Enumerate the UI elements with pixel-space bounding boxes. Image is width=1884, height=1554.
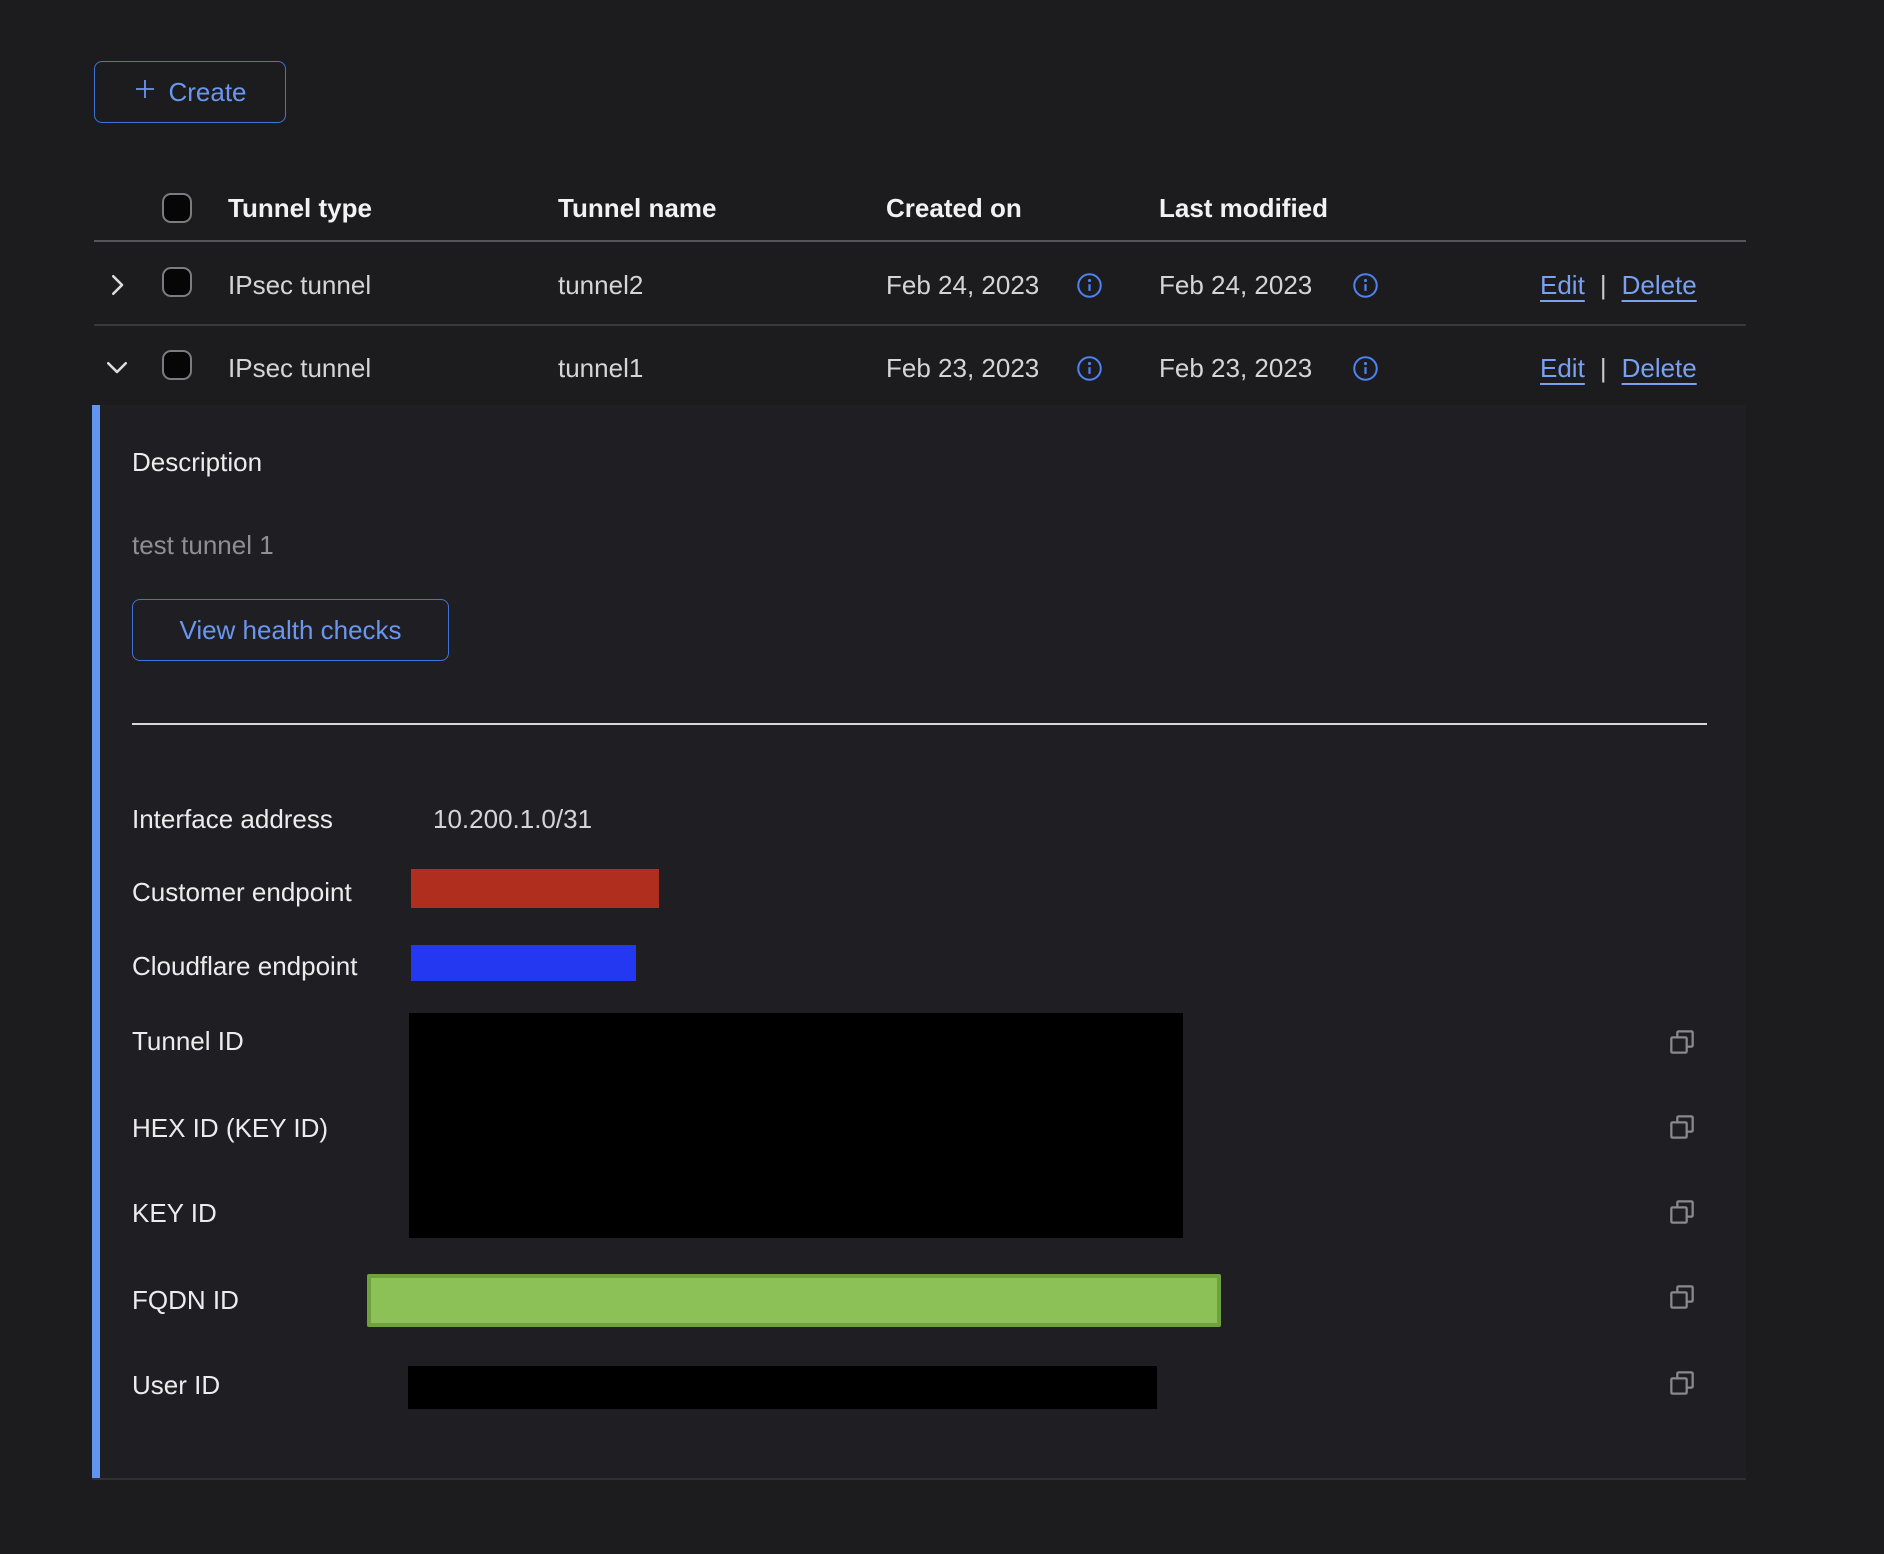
- info-icon[interactable]: [1076, 272, 1103, 299]
- description-label: Description: [132, 446, 262, 478]
- create-button-label: Create: [168, 77, 246, 108]
- cloudflare-endpoint-redaction: [411, 945, 636, 981]
- field-label-fqdn-id: FQDN ID: [132, 1284, 239, 1316]
- column-header-last-modified: Last modified: [1159, 192, 1328, 224]
- field-label-tunnel-id: Tunnel ID: [132, 1025, 244, 1057]
- action-separator: |: [1600, 352, 1607, 384]
- field-label-cloudflare-endpoint: Cloudflare endpoint: [132, 950, 358, 982]
- tunnels-page: Create Tunnel type Tunnel name Created o…: [0, 0, 1884, 1554]
- expanded-row-accent-bar: [92, 405, 100, 1478]
- copy-icon[interactable]: [1666, 1196, 1698, 1228]
- tunnel-type-cell: IPsec tunnel: [228, 352, 371, 384]
- column-header-tunnel-name: Tunnel name: [558, 192, 716, 224]
- field-label-user-id: User ID: [132, 1369, 220, 1401]
- description-value: test tunnel 1: [132, 529, 274, 561]
- ids-redaction: [409, 1013, 1183, 1238]
- delete-link[interactable]: Delete: [1622, 269, 1697, 301]
- last-modified-cell: Feb 23, 2023: [1159, 352, 1312, 384]
- copy-icon[interactable]: [1666, 1111, 1698, 1143]
- action-separator: |: [1600, 269, 1607, 301]
- tunnel-name-cell: tunnel2: [558, 269, 643, 301]
- view-health-checks-button[interactable]: View health checks: [132, 599, 449, 661]
- create-button[interactable]: Create: [94, 61, 286, 123]
- column-header-tunnel-type: Tunnel type: [228, 192, 372, 224]
- copy-icon[interactable]: [1666, 1026, 1698, 1058]
- row-checkbox[interactable]: [162, 350, 192, 380]
- field-label-key-id: KEY ID: [132, 1197, 217, 1229]
- info-icon[interactable]: [1076, 355, 1103, 382]
- copy-icon[interactable]: [1666, 1281, 1698, 1313]
- field-label-customer-endpoint: Customer endpoint: [132, 876, 352, 908]
- expand-chevron-right-icon[interactable]: [102, 270, 132, 300]
- row-divider: [94, 324, 1746, 326]
- select-all-checkbox[interactable]: [162, 193, 192, 223]
- user-id-redaction: [408, 1366, 1157, 1409]
- header-divider: [94, 240, 1746, 242]
- field-label-interface-address: Interface address: [132, 803, 333, 835]
- plus-icon: [133, 77, 157, 108]
- fqdn-id-redaction: [367, 1274, 1221, 1327]
- info-icon[interactable]: [1352, 272, 1379, 299]
- section-divider: [132, 723, 1707, 725]
- column-header-created-on: Created on: [886, 192, 1022, 224]
- panel-bottom-divider: [92, 1478, 1746, 1480]
- field-label-hex-id: HEX ID (KEY ID): [132, 1112, 328, 1144]
- created-on-cell: Feb 23, 2023: [886, 352, 1039, 384]
- copy-icon[interactable]: [1666, 1367, 1698, 1399]
- delete-link[interactable]: Delete: [1622, 352, 1697, 384]
- tunnel-type-cell: IPsec tunnel: [228, 269, 371, 301]
- collapse-chevron-down-icon[interactable]: [102, 352, 132, 382]
- customer-endpoint-redaction: [411, 869, 659, 908]
- row-checkbox[interactable]: [162, 267, 192, 297]
- field-value-interface-address: 10.200.1.0/31: [433, 803, 592, 835]
- tunnel-name-cell: tunnel1: [558, 352, 643, 384]
- created-on-cell: Feb 24, 2023: [886, 269, 1039, 301]
- last-modified-cell: Feb 24, 2023: [1159, 269, 1312, 301]
- edit-link[interactable]: Edit: [1540, 352, 1585, 384]
- edit-link[interactable]: Edit: [1540, 269, 1585, 301]
- info-icon[interactable]: [1352, 355, 1379, 382]
